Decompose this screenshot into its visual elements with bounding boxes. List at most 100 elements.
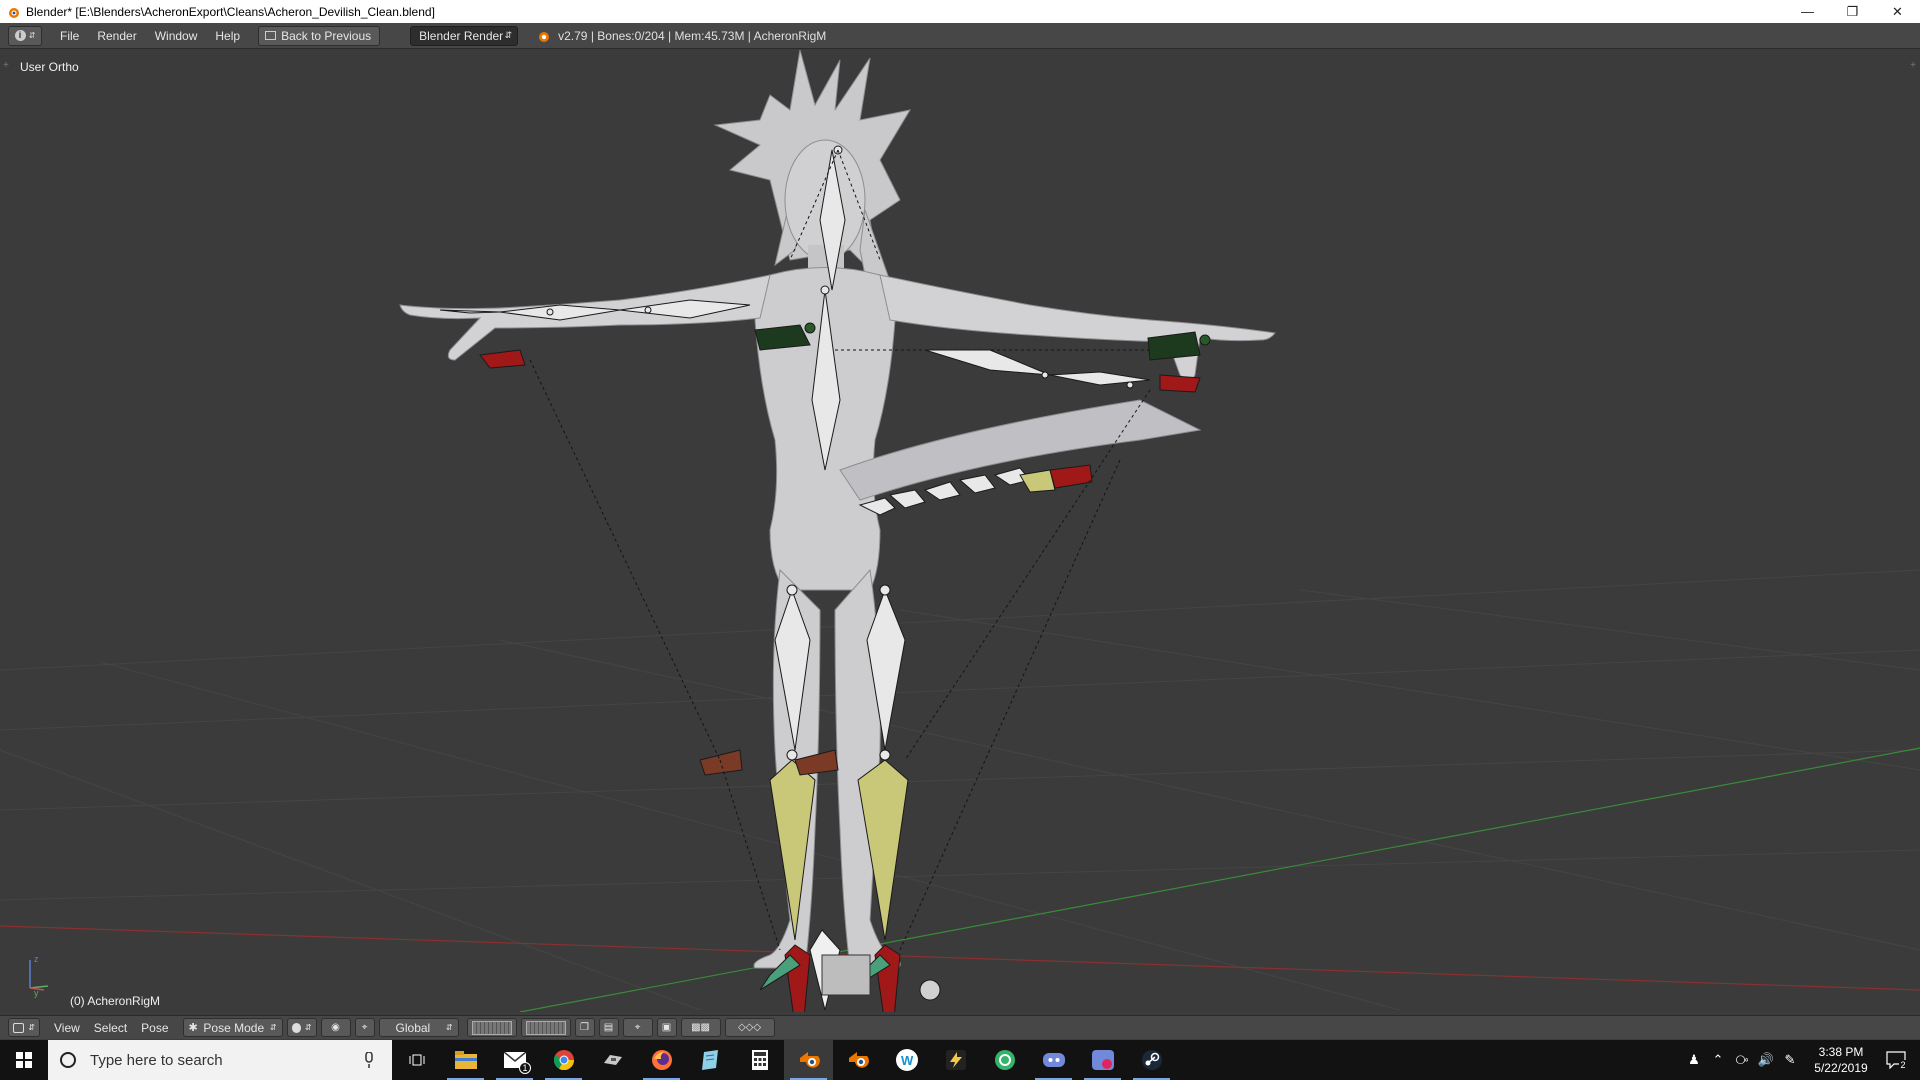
menu-pose[interactable]: Pose xyxy=(141,1021,168,1035)
microphone-icon[interactable] xyxy=(360,1052,378,1068)
back-label: Back to Previous xyxy=(281,28,372,43)
stats-text: v2.79 | Bones:0/204 | Mem:45.73M | Acher… xyxy=(558,28,827,43)
red-app-icon[interactable] xyxy=(1078,1040,1127,1080)
webstorm-app-icon[interactable]: W xyxy=(882,1040,931,1080)
window-title: Blender* [E:\Blenders\AcheronExport\Clea… xyxy=(26,4,435,19)
green-app-icon[interactable] xyxy=(980,1040,1029,1080)
menu-render[interactable]: Render xyxy=(97,29,136,43)
scene-stats: v2.79 | Bones:0/204 | Mem:45.73M | Acher… xyxy=(536,29,826,43)
taskbar: Type here to search 1 W ♟ ⌃ ⧂ 🔊 ✎ 3:38 P… xyxy=(0,1040,1920,1080)
volume-icon[interactable]: 🔊 xyxy=(1754,1040,1778,1080)
back-to-previous-button[interactable]: Back to Previous xyxy=(258,25,381,46)
file-explorer-icon[interactable] xyxy=(441,1040,490,1080)
start-button[interactable] xyxy=(0,1040,48,1080)
layers-button-2[interactable] xyxy=(520,1018,571,1037)
axis-y-label: y xyxy=(34,988,39,998)
menu-file[interactable]: File xyxy=(60,29,79,43)
mail-badge: 1 xyxy=(519,1062,531,1074)
pose-paste-button[interactable]: ▤ xyxy=(598,1018,619,1037)
discord-app-icon[interactable] xyxy=(1029,1040,1078,1080)
restore-button[interactable]: ❐ xyxy=(1830,0,1875,23)
layers-button[interactable] xyxy=(466,1018,517,1037)
view-label: User Ortho xyxy=(20,60,79,74)
menu-window[interactable]: Window xyxy=(155,29,198,43)
manipulator-toggle[interactable]: ⌖ xyxy=(354,1018,375,1037)
blender-taskbar-icon[interactable] xyxy=(784,1040,833,1080)
x-axis-line xyxy=(0,925,1920,991)
minimize-button[interactable]: — xyxy=(1785,0,1830,23)
firefox-icon[interactable] xyxy=(637,1040,686,1080)
viewport-header: ⇵ View Select Pose ✱ Pose Mode ⇵ ⇵ ◉ ⌖ G… xyxy=(0,1015,1920,1039)
mail-icon[interactable]: 1 xyxy=(490,1040,539,1080)
close-button[interactable]: ✕ xyxy=(1875,0,1920,23)
action-center-icon[interactable]: 2 xyxy=(1880,1051,1920,1070)
notepad-app-icon[interactable] xyxy=(686,1040,735,1080)
interaction-mode-select[interactable]: ✱ Pose Mode ⇵ xyxy=(182,1018,283,1037)
system-tray: ♟ ⌃ ⧂ 🔊 ✎ 3:38 PM 5/22/2019 2 xyxy=(1682,1040,1920,1080)
render-icon: ▩▩ xyxy=(691,1022,710,1033)
game-app-icon[interactable] xyxy=(588,1040,637,1080)
cortana-icon xyxy=(60,1052,76,1068)
3d-viewport[interactable]: z y User Ortho (0) AcheronRigM + + xyxy=(0,50,1920,1012)
ground-grid xyxy=(0,569,1920,1011)
pivot-point-select[interactable]: ◉ xyxy=(320,1018,351,1037)
windows-logo-icon xyxy=(16,1052,32,1068)
pose-icon: ✱ xyxy=(188,1022,198,1034)
snap-toggle[interactable]: ⌖ xyxy=(622,1018,653,1037)
clock[interactable]: 3:38 PM 5/22/2019 xyxy=(1802,1044,1880,1076)
copy-icon: ❐ xyxy=(580,1022,589,1033)
render-engine-select[interactable]: Blender Render ⇵ xyxy=(410,25,519,46)
axis-gizmo: z y xyxy=(29,954,49,998)
updown-arrow-icon: ⇵ xyxy=(304,1023,312,1032)
camera-icon: ▣ xyxy=(661,1022,672,1033)
pen-icon[interactable]: ✎ xyxy=(1778,1040,1802,1080)
network-icon[interactable]: ⧂ xyxy=(1730,1040,1754,1080)
3d-view-icon xyxy=(13,1022,25,1033)
screen-back-icon xyxy=(265,31,277,40)
active-object-label: (0) AcheronRigM xyxy=(70,994,161,1008)
clock-time: 3:38 PM xyxy=(1818,1045,1864,1059)
menu-select[interactable]: Select xyxy=(94,1021,127,1035)
chrome-icon[interactable] xyxy=(539,1040,588,1080)
transform-orientation-select[interactable]: Global ⇵ xyxy=(378,1018,459,1037)
manipulator-icon: ⌖ xyxy=(361,1022,368,1033)
layers-grid-icon xyxy=(471,1020,512,1035)
blender-logo-icon xyxy=(539,31,550,42)
menu-view[interactable]: View xyxy=(54,1021,80,1035)
steam-icon[interactable] xyxy=(1127,1040,1176,1080)
clock-date: 5/22/2019 xyxy=(1814,1061,1868,1075)
editor-type-button[interactable]: ⇵ xyxy=(8,1018,40,1037)
blender-pinned-icon[interactable] xyxy=(833,1040,882,1080)
editor-type-button[interactable]: i ⇵ xyxy=(8,25,42,46)
viewport-shading-select[interactable]: ⇵ xyxy=(286,1018,317,1037)
task-view-icon[interactable] xyxy=(392,1040,441,1080)
svg-text:W: W xyxy=(901,1053,914,1068)
pose-copy-button[interactable]: ❐ xyxy=(574,1018,595,1037)
render-preview-button[interactable]: ▣ xyxy=(656,1018,677,1037)
chevron-up-icon[interactable]: ⌃ xyxy=(1706,1040,1730,1080)
region-expand-left-icon[interactable]: + xyxy=(3,60,9,71)
info-icon: i xyxy=(14,30,26,41)
axis-z-label: z xyxy=(34,954,39,964)
calculator-icon[interactable] xyxy=(735,1040,784,1080)
paste-icon: ▤ xyxy=(603,1022,614,1033)
render-engine-value: Blender Render xyxy=(419,28,504,43)
lightning-app-icon[interactable] xyxy=(931,1040,980,1080)
pivot-icon: ◉ xyxy=(331,1022,340,1033)
opengl-render-button[interactable]: ▩▩ xyxy=(680,1018,721,1037)
viewport-canvas[interactable]: z y xyxy=(0,50,1920,1012)
people-icon[interactable]: ♟ xyxy=(1682,1040,1706,1080)
search-placeholder: Type here to search xyxy=(90,1051,223,1069)
keyframe-icon: ◇◇◇ xyxy=(737,1022,762,1033)
orientation-value: Global xyxy=(395,1020,431,1035)
taskbar-search[interactable]: Type here to search xyxy=(48,1040,392,1080)
keying-set-button[interactable]: ◇◇◇ xyxy=(724,1018,775,1037)
updown-arrow-icon: ⇵ xyxy=(269,1023,277,1032)
blender-logo-icon xyxy=(9,7,19,18)
window-title-bar: Blender* [E:\Blenders\AcheronExport\Clea… xyxy=(0,0,1920,23)
menu-help[interactable]: Help xyxy=(215,29,240,43)
updown-arrow-icon: ⇵ xyxy=(28,31,36,40)
region-expand-right-icon[interactable]: + xyxy=(1910,60,1916,71)
info-header: i ⇵ File Render Window Help Back to Prev… xyxy=(0,23,1920,49)
notification-count: 2 xyxy=(1899,1060,1907,1070)
